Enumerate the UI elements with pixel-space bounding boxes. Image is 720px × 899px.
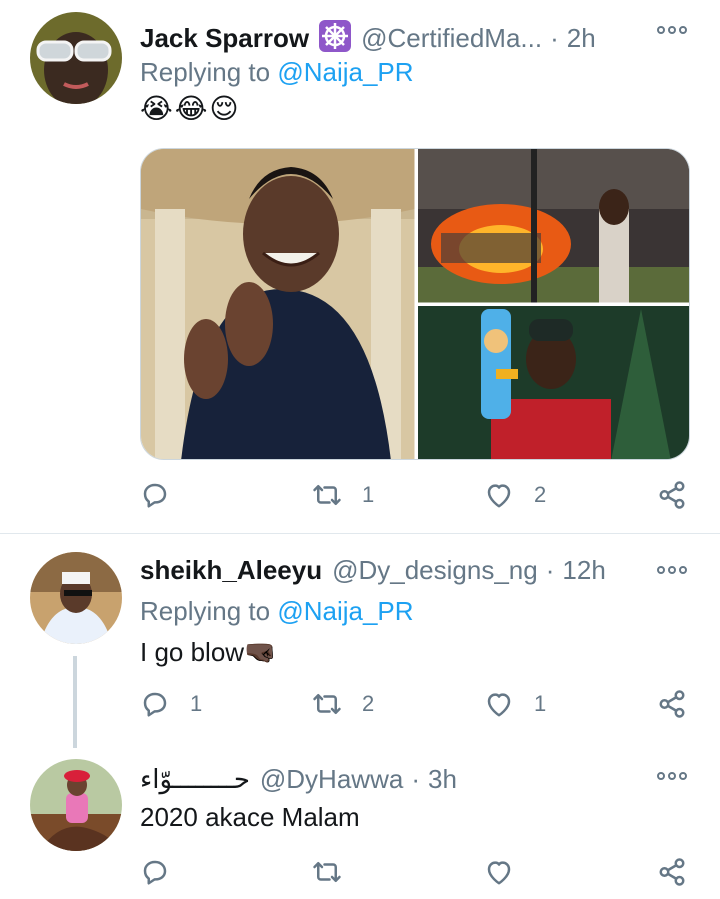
replying-to: Replying to @Naija_PR bbox=[140, 57, 414, 88]
reply-icon bbox=[143, 860, 167, 885]
tweet-text: 2020 akace Malam bbox=[140, 802, 360, 832]
tweet-header: حــــــــوّاء @DyHawwa · 3h bbox=[140, 764, 457, 795]
share-icon bbox=[659, 481, 685, 509]
media-image-1[interactable] bbox=[141, 149, 415, 460]
username[interactable]: @DyHawwa bbox=[260, 764, 403, 795]
retweet-count: 2 bbox=[362, 691, 375, 716]
media-image-3[interactable] bbox=[418, 306, 690, 460]
like-icon bbox=[487, 693, 511, 717]
display-name[interactable]: حــــــــوّاء bbox=[140, 764, 250, 795]
like-button[interactable] bbox=[484, 852, 534, 892]
retweet-count: 1 bbox=[362, 482, 375, 507]
reply-button[interactable]: 1 bbox=[140, 684, 202, 724]
like-icon bbox=[487, 861, 511, 885]
like-count: 1 bbox=[534, 691, 547, 716]
tweet-header: sheikh_Aleeyu @Dy_designs_ng · 12h bbox=[140, 555, 606, 586]
replying-to-link[interactable]: @Naija_PR bbox=[277, 596, 413, 626]
like-button[interactable]: 1 bbox=[484, 684, 546, 724]
like-button[interactable]: 2 bbox=[484, 475, 546, 515]
thread-connector bbox=[73, 656, 77, 748]
reply-icon bbox=[143, 692, 167, 717]
avatar[interactable] bbox=[30, 759, 122, 851]
replying-to: Replying to @Naija_PR bbox=[140, 596, 414, 627]
replying-prefix: Replying to bbox=[140, 596, 278, 626]
avatar[interactable] bbox=[30, 12, 122, 104]
reply-icon bbox=[143, 483, 167, 508]
timestamp[interactable]: 3h bbox=[428, 764, 457, 795]
timestamp[interactable]: 12h bbox=[562, 555, 605, 586]
separator-dot: · bbox=[411, 764, 420, 794]
tweet-dyhawwa[interactable]: حــــــــوّاء @DyHawwa · 3h 2020 akace M… bbox=[0, 754, 720, 899]
retweet-button[interactable]: 2 bbox=[312, 684, 374, 724]
share-icon bbox=[659, 858, 685, 886]
tweet-actions: 1 2 bbox=[140, 475, 695, 515]
media-image-2[interactable] bbox=[418, 149, 690, 303]
share-button[interactable] bbox=[657, 684, 687, 724]
tweet-jack-sparrow[interactable]: Jack Sparrow @CertifiedMa... · 2h Replyi… bbox=[0, 0, 720, 533]
like-icon bbox=[487, 484, 511, 508]
separator-dot: · bbox=[545, 555, 555, 585]
replying-prefix: Replying to bbox=[140, 57, 278, 87]
retweet-button[interactable]: 1 bbox=[312, 475, 374, 515]
like-count: 2 bbox=[534, 482, 547, 507]
timestamp[interactable]: 2h bbox=[567, 23, 596, 54]
more-options-icon[interactable] bbox=[657, 26, 687, 34]
reply-button[interactable] bbox=[140, 475, 190, 515]
media-grid[interactable] bbox=[140, 148, 690, 460]
display-name[interactable]: sheikh_Aleeyu bbox=[140, 555, 322, 586]
avatar[interactable] bbox=[30, 552, 122, 644]
verified-badge-icon bbox=[319, 20, 352, 52]
tweet-text: I go blow🤜🏿 bbox=[140, 637, 277, 667]
retweet-icon bbox=[313, 694, 341, 714]
display-name[interactable]: Jack Sparrow bbox=[140, 23, 309, 54]
retweet-icon bbox=[313, 485, 341, 505]
separator-dot: · bbox=[550, 23, 559, 53]
tweet-header: Jack Sparrow @CertifiedMa... · 2h bbox=[140, 15, 596, 54]
tweet-sheikh-aleeyu[interactable]: sheikh_Aleeyu @Dy_designs_ng · 12h Reply… bbox=[0, 534, 720, 754]
username[interactable]: @CertifiedMa... bbox=[361, 23, 542, 54]
share-icon bbox=[659, 690, 685, 718]
more-options-icon[interactable] bbox=[657, 566, 687, 574]
tweet-actions: 1 2 1 bbox=[140, 684, 695, 724]
reply-count: 1 bbox=[190, 691, 203, 716]
retweet-button[interactable] bbox=[312, 852, 362, 892]
share-button[interactable] bbox=[657, 475, 687, 515]
retweet-icon bbox=[313, 862, 341, 882]
tweet-text: 😭😂😌 bbox=[140, 93, 241, 124]
tweet-actions bbox=[140, 852, 695, 892]
replying-to-link[interactable]: @Naija_PR bbox=[277, 57, 413, 87]
more-options-icon[interactable] bbox=[657, 772, 687, 780]
username[interactable]: @Dy_designs_ng bbox=[332, 555, 538, 586]
reply-button[interactable] bbox=[140, 852, 190, 892]
share-button[interactable] bbox=[657, 852, 687, 892]
